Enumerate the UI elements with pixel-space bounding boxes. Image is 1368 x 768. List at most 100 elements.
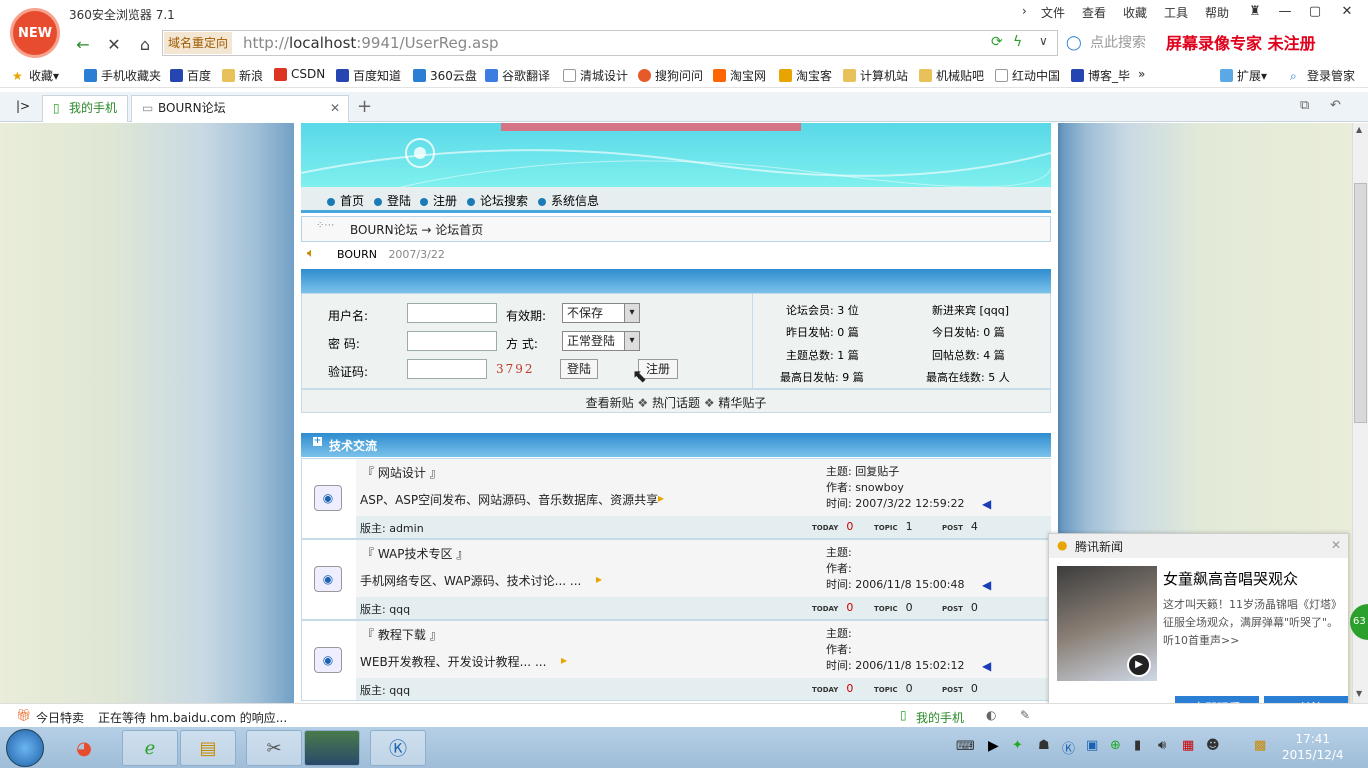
- search-input[interactable]: ◯ 点此搜索: [1062, 30, 1162, 56]
- scroll-down-icon[interactable]: ▼: [1356, 689, 1362, 698]
- refresh-icon[interactable]: ⟳: [991, 34, 1003, 50]
- bookmark-translate[interactable]: 谷歌翻译: [485, 67, 550, 84]
- dropdown-icon[interactable]: ∨: [1039, 34, 1048, 48]
- section-header[interactable]: + 技术交流: [301, 433, 1051, 457]
- tray-icon-4[interactable]: ▣: [1086, 738, 1098, 753]
- restore-tabs-icon[interactable]: ⧉: [1300, 98, 1309, 113]
- bookmark-baidu[interactable]: 百度: [170, 67, 211, 84]
- scroll-thumb[interactable]: [1354, 183, 1367, 423]
- close-button[interactable]: ✕: [1332, 0, 1362, 22]
- tray-icon-5[interactable]: ▦: [1182, 738, 1194, 753]
- forum-icon[interactable]: ◉: [314, 647, 342, 673]
- explorer-icon[interactable]: ▤: [180, 730, 236, 766]
- qq-icon[interactable]: ☻: [1206, 738, 1220, 753]
- tools-icon[interactable]: ✂: [246, 730, 302, 766]
- chrome-icon[interactable]: ◕: [56, 730, 112, 766]
- nav-login[interactable]: 登陆: [374, 192, 411, 209]
- url-text[interactable]: http://localhost:9941/UserReg.asp: [243, 34, 499, 52]
- bookmark-sogou[interactable]: 搜狗问问: [638, 67, 703, 84]
- login-button[interactable]: 登陆: [560, 359, 598, 379]
- expand-icon[interactable]: +: [313, 437, 322, 446]
- popup-close-icon[interactable]: ✕: [1331, 538, 1341, 552]
- link-hot-topics[interactable]: 热门话题: [652, 396, 700, 410]
- bookmark-yunpan[interactable]: 360云盘: [413, 67, 477, 84]
- validity-select[interactable]: 不保存: [562, 303, 640, 323]
- pin-icon[interactable]: ✎: [1020, 708, 1030, 722]
- tray-plus-icon[interactable]: ⊕: [1110, 738, 1121, 753]
- start-button[interactable]: [6, 729, 44, 767]
- username-input[interactable]: [407, 303, 497, 323]
- tray-icon-3[interactable]: Ⓚ: [1062, 738, 1075, 757]
- my-phone-link[interactable]: 我的手机: [916, 709, 964, 726]
- last-topic[interactable]: 主题:: [826, 626, 965, 642]
- stat-newest[interactable]: 新进来宾 [qqq]: [932, 302, 1009, 318]
- app-k-icon[interactable]: Ⓚ: [370, 730, 426, 766]
- last-topic[interactable]: 主题:: [826, 545, 965, 561]
- menu-tools[interactable]: 工具: [1164, 4, 1188, 21]
- back-button[interactable]: ←: [70, 32, 96, 56]
- bookmark-machinery[interactable]: 机械贴吧: [919, 67, 984, 84]
- bookmark-computer[interactable]: 计算机站: [843, 67, 908, 84]
- forum-name[interactable]: 『 教程下载 』: [362, 626, 442, 643]
- moderator[interactable]: 版主: qqq: [360, 682, 410, 698]
- bookmark-taobaoke[interactable]: 淘宝客: [779, 67, 832, 84]
- breadcrumb-text[interactable]: BOURN论坛 → 论坛首页: [350, 223, 483, 237]
- bookmark-favorites[interactable]: ★ 收藏 ▾: [12, 67, 59, 84]
- bookmark-zhidao[interactable]: 百度知道: [336, 67, 401, 84]
- moderator[interactable]: 版主: admin: [360, 520, 424, 536]
- close-tab-icon[interactable]: ✕: [330, 96, 340, 121]
- nav-home[interactable]: 首页: [327, 192, 364, 209]
- browser-360-icon[interactable]: ℯ: [122, 730, 178, 766]
- go-last-icon[interactable]: ◀: [982, 659, 991, 673]
- go-last-icon[interactable]: ◀: [982, 497, 991, 511]
- media-icon[interactable]: ▶: [988, 738, 999, 754]
- redirect-label[interactable]: 域名重定向: [164, 32, 233, 54]
- menu-file[interactable]: 文件: [1041, 4, 1065, 21]
- signal-icon[interactable]: ▮: [1134, 738, 1141, 753]
- go-last-icon[interactable]: ◀: [982, 578, 991, 592]
- volume-icon[interactable]: 🔊︎: [1158, 738, 1166, 753]
- forum-icon[interactable]: ◉: [314, 485, 342, 511]
- today-deals[interactable]: 今日特卖: [36, 709, 84, 726]
- bookmark-hongdong[interactable]: 红动中国: [995, 67, 1060, 84]
- menu-favorites[interactable]: 收藏: [1123, 4, 1147, 21]
- menu-help[interactable]: 帮助: [1205, 4, 1229, 21]
- last-author[interactable]: 作者: snowboy: [826, 480, 965, 496]
- tray-icon-1[interactable]: ✦: [1012, 738, 1023, 753]
- popup-title[interactable]: 女童飙高音唱哭观众: [1163, 568, 1298, 589]
- tray-icon-2[interactable]: ☗: [1038, 738, 1050, 753]
- tab-my-phone[interactable]: ▯ 我的手机: [42, 95, 128, 122]
- stop-button[interactable]: ✕: [101, 32, 127, 56]
- maximize-button[interactable]: ▢: [1300, 0, 1330, 22]
- bookmark-qingcheng[interactable]: 清城设计: [563, 67, 628, 84]
- last-topic[interactable]: 主题: 回复贴子: [826, 464, 965, 480]
- news-author[interactable]: BOURN: [337, 248, 377, 261]
- nav-search[interactable]: 论坛搜索: [467, 192, 528, 209]
- nav-register[interactable]: 注册: [420, 192, 457, 209]
- image-viewer-icon[interactable]: [304, 730, 360, 766]
- minimize-button[interactable]: —: [1270, 0, 1300, 22]
- new-tab-button[interactable]: +: [357, 96, 372, 117]
- captcha-input[interactable]: [407, 359, 487, 379]
- sidebar-toggle-icon[interactable]: |>: [16, 99, 30, 113]
- password-input[interactable]: [407, 331, 497, 351]
- browser-logo[interactable]: NEW: [10, 8, 60, 58]
- notification-icon[interactable]: ▩: [1254, 738, 1266, 753]
- undo-close-icon[interactable]: ↶: [1330, 98, 1341, 113]
- bookmark-taobao[interactable]: 淘宝网: [713, 67, 766, 84]
- mode-select[interactable]: 正常登陆: [562, 331, 640, 351]
- menu-expand-icon[interactable]: ›: [1022, 4, 1027, 18]
- popup-description[interactable]: 这才叫天籁！11岁汤晶锦唱《灯塔》征服全场观众，满屏弹幕"听哭了"。听10首重声…: [1163, 596, 1343, 650]
- forum-name[interactable]: 『 网站设计 』: [362, 464, 442, 481]
- last-author[interactable]: 作者:: [826, 642, 965, 658]
- popup-thumbnail[interactable]: ▶: [1057, 566, 1157, 681]
- link-featured[interactable]: 精华贴子: [718, 396, 766, 410]
- forum-icon[interactable]: ◉: [314, 566, 342, 592]
- nav-system-info[interactable]: 系统信息: [538, 192, 599, 209]
- bookmark-csdn[interactable]: CSDN: [274, 67, 325, 81]
- bookmark-mobile[interactable]: 手机收藏夹: [84, 67, 161, 84]
- login-manager-button[interactable]: ⌕ 登录管家: [1290, 67, 1355, 84]
- bookmark-sina[interactable]: 新浪: [222, 67, 263, 84]
- scroll-up-icon[interactable]: ▲: [1356, 125, 1362, 134]
- last-author[interactable]: 作者:: [826, 561, 965, 577]
